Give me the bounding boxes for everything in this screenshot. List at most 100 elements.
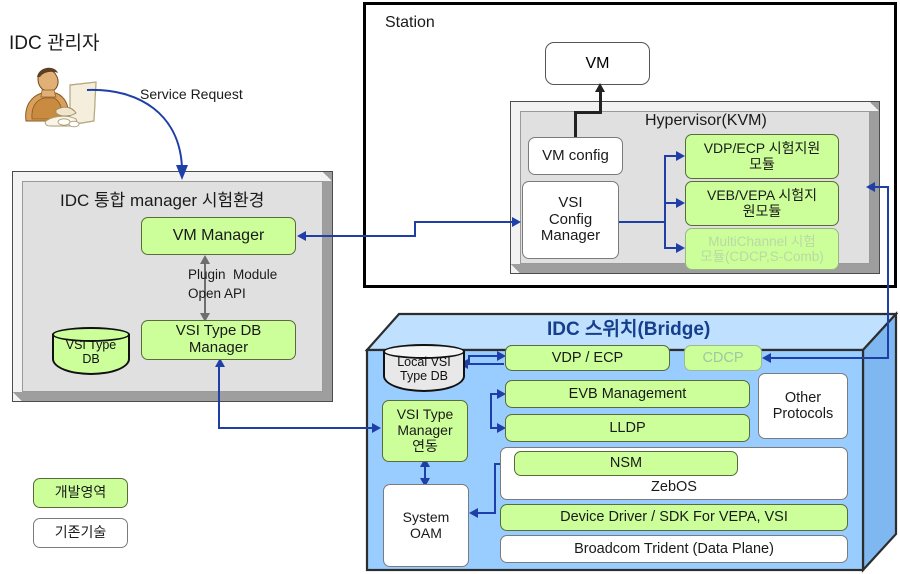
oam-nsm-spine [494,463,496,514]
evb-management-node[interactable]: EVB Management [505,380,750,408]
lldp-node[interactable]: LLDP [505,414,750,442]
multichannel-module-label-1: MultiChannel 시험 [708,233,816,249]
panel-corner-tr [323,172,332,181]
vm-config-to-vm-horizontal [574,111,602,114]
multichannel-module-node[interactable]: MultiChannel 시험 모듈(CDCP,S-Comb) [685,228,839,270]
vsi-type-manager-inbound-arrow [372,423,381,433]
hypervisor-corner-tr [870,102,879,111]
legend-item-white: 기존기술 [33,518,128,548]
vsi-type-manager-label-2: Manager [397,422,453,439]
vsi-type-db-manager-label-2: Manager [188,339,249,356]
system-oam-label-1: System [402,508,450,525]
vsi-type-db-cylinder: VSI Type DB [52,327,130,375]
zebos-label: ZebOS [651,478,697,495]
veb-vepa-module-node[interactable]: VEB/VEPA 시험지 원모듈 [685,181,839,226]
vm-config-node[interactable]: VM config [528,137,623,175]
vm-to-hypervisor-vertical [599,91,602,113]
cdcp-node[interactable]: CDCP [684,345,762,371]
veb-vepa-module-label-1: VEB/VEPA 시험지 [707,186,817,203]
vm-card-front[interactable]: VM [545,42,650,85]
other-protocols-label-2: Protocols [772,406,834,422]
vsi-type-db-line2: DB [82,352,100,366]
hypervisor-inbound-arrow [866,182,875,192]
vdp-ecp-module-label-1: VDP/ECP 시험지원 [703,139,821,156]
vsi-type-manager-node[interactable]: VSI Type Manager 연동 [382,400,468,462]
actor-label: IDC 관리자 [9,33,100,54]
vsi-type-db-text: VSI Type DB [52,338,130,366]
vsi-config-manager-label-3: Manager [540,227,601,245]
vsidbm-riser [218,366,220,428]
local-db-line2: Type DB [400,369,448,383]
system-oam-node[interactable]: System OAM [383,484,469,567]
nsm-label: NSM [609,455,643,472]
hypervisor-title: Hypervisor(KVM) [645,112,767,129]
legend-white-label: 기존기술 [54,524,107,541]
vm-config-label: VM config [542,146,609,164]
device-driver-node[interactable]: Device Driver / SDK For VEPA, VSI [500,504,848,531]
veb-vepa-module-label-2: 원모듈 [742,202,782,219]
vdp-ecp-label: VDP / ECP [551,349,624,366]
multichannel-module-label-2: 모듈(CDCP,S-Comb) [700,249,824,264]
vsi-config-manager-node[interactable]: VSI Config Manager [522,181,619,259]
vsi-config-inbound-arrow [512,217,521,227]
system-oam-label-2: OAM [410,524,442,541]
plugin-connector-arrow-up [200,255,210,264]
vsi-config-to-veb-arrow [676,198,685,208]
idc-manager-panel-title: IDC 통합 manager 시험환경 [60,191,265,210]
panel-corner-bl [13,392,22,401]
cdcp-right-line [770,357,889,359]
vsi-config-fanout-stub [619,221,665,223]
vmm-vsicfg-riser [414,221,416,237]
other-protocols-label-1: Other [784,389,822,406]
vm-inbound-arrow [595,83,605,92]
vsidbm-horizontal [218,427,373,429]
station-title: Station [385,14,435,31]
data-plane-node[interactable]: Broadcom Trident (Data Plane) [500,535,848,563]
local-db-text: Local VSI Type DB [383,355,465,383]
vsi-config-to-vdp-arrow [676,151,685,161]
vmm-vsicfg-upper-line [414,221,512,223]
service-request-label: Service Request [140,86,243,102]
vsi-config-manager-label-2: Config [548,210,593,228]
vsi-type-db-line1: VSI Type [65,338,117,352]
panel-bevel-bottom [13,392,332,401]
evb-management-label: EVB Management [568,385,687,402]
oam-inbound-arrow [469,508,478,518]
panel-bevel-left [13,172,22,401]
cdcp-inbound-arrow [762,353,771,363]
hypervisor-bevel-left [511,102,520,273]
hypervisor-bevel-top [511,102,879,111]
cdcp-label: CDCP [702,349,744,366]
vm-manager-label: VM Manager [172,227,265,245]
local-db-line1: Local VSI [397,355,451,369]
vsi-type-db-manager-label-1: VSI Type DB [175,322,262,340]
oam-return-line [477,512,496,514]
vsi-type-db-manager-node[interactable]: VSI Type DB Manager [141,320,296,360]
legend-green-label: 개발영역 [54,484,107,501]
vsi-type-manager-label-3: 연동 [412,437,438,454]
vsi-config-manager-label-1: VSI [558,193,583,211]
vm-manager-inbound-arrow [297,231,306,241]
right-rail-vertical [887,186,889,358]
lldp-label: LLDP [609,419,646,436]
vdp-ecp-node[interactable]: VDP / ECP [505,345,670,371]
vm-label: VM [585,54,610,72]
vmm-vsicfg-lower-line [306,235,416,237]
device-driver-label: Device Driver / SDK For VEPA, VSI [560,509,788,526]
plugin-module-label-line2: Open API [188,286,246,301]
hypervisor-corner-bl [511,264,520,273]
vsi-config-to-mc-arrow [676,243,685,253]
other-protocols-node[interactable]: Other Protocols [758,373,848,439]
legend-item-green: 개발영역 [33,478,128,508]
local-vsi-type-db-cylinder: Local VSI Type DB [383,344,465,392]
right-rail-to-hypervisor [874,186,889,188]
plugin-module-label-line1: Plugin Module [188,267,278,282]
bridge-title: IDC 스위치(Bridge) [547,319,711,340]
vm-manager-node[interactable]: VM Manager [141,217,296,255]
vdp-ecp-module-node[interactable]: VDP/ECP 시험지원 모듈 [685,134,839,179]
data-plane-label: Broadcom Trident (Data Plane) [574,540,774,557]
vdp-ecp-module-label-2: 모듈 [749,155,775,172]
panel-bevel-right [323,172,332,401]
nsm-node[interactable]: NSM [514,451,738,476]
architecture-diagram: IDC 관리자 Service Request IDC 통합 manager 시… [0,0,900,574]
